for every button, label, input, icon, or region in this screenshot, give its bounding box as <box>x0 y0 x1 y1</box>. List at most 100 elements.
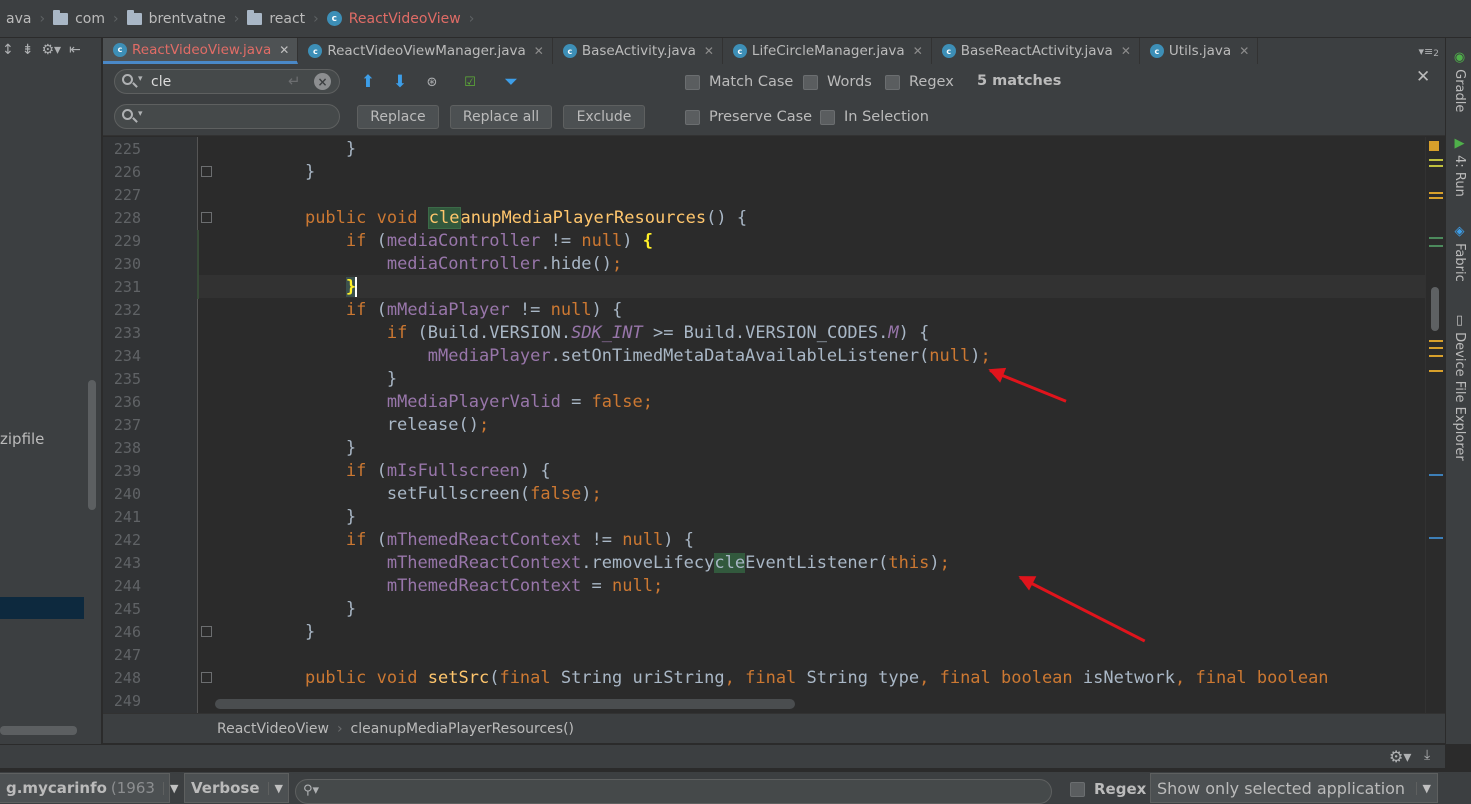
sync-icon[interactable]: ↕ <box>2 42 14 58</box>
minimize-icon[interactable]: ⤓ <box>1424 747 1430 763</box>
code-line[interactable]: if (mMediaPlayer != null) { <box>264 299 622 322</box>
code-line[interactable]: } <box>264 506 356 529</box>
close-icon[interactable]: ✕ <box>913 44 923 58</box>
close-icon[interactable]: ✕ <box>1121 44 1131 58</box>
tab-reactvideoviewmanager[interactable]: c ReactVideoViewManager.java ✕ <box>298 38 553 64</box>
tool-run[interactable]: ▶ 4: Run <box>1452 136 1467 197</box>
close-icon[interactable]: ✕ <box>279 43 289 57</box>
breadcrumb-item-brentvatne[interactable]: brentvatne <box>121 0 232 37</box>
log-level-select[interactable]: Verbose ▼ <box>184 773 289 803</box>
exclude-button[interactable]: Exclude <box>563 105 645 129</box>
breadcrumb-item-ava[interactable]: ava <box>0 0 37 37</box>
editor-hscrollbar[interactable] <box>215 699 795 709</box>
marker[interactable] <box>1429 537 1443 539</box>
code-line[interactable]: mThemedReactContext = null; <box>264 575 663 598</box>
project-panel-hscrollbar[interactable] <box>0 726 77 735</box>
code-line[interactable]: } <box>264 138 356 161</box>
gear-icon[interactable]: ⚙▾ <box>1389 747 1411 766</box>
breadcrumb-item-com[interactable]: com <box>47 0 111 37</box>
code-line[interactable]: release(); <box>264 414 489 437</box>
close-icon[interactable]: ✕ <box>534 44 544 58</box>
fold-icon[interactable] <box>201 212 212 223</box>
breadcrumb-class[interactable]: ReactVideoView <box>217 721 329 737</box>
code-line[interactable]: } <box>264 598 356 621</box>
select-all-occurrences-icon[interactable]: ☑ <box>459 71 481 93</box>
replace-button[interactable]: Replace <box>357 105 439 129</box>
logcat-filter-select[interactable]: Show only selected application ▼ <box>1150 773 1438 803</box>
clear-search-icon[interactable]: × <box>314 73 331 90</box>
code-line[interactable]: if (mThemedReactContext != null) { <box>264 529 694 552</box>
error-stripe[interactable] <box>1425 137 1445 713</box>
marker[interactable] <box>1429 245 1443 247</box>
in-selection-checkbox[interactable]: In Selection <box>820 109 929 125</box>
marker[interactable] <box>1429 237 1443 239</box>
tool-device-file-explorer[interactable]: ▯ Device File Explorer <box>1452 313 1467 461</box>
fold-icon[interactable] <box>201 626 212 637</box>
marker[interactable] <box>1429 192 1443 194</box>
code-line[interactable]: if (mediaController != null) { <box>264 230 653 253</box>
code-editor[interactable]: 225 226 227 228 229 230 231 232 233 234 … <box>103 137 1425 713</box>
marker[interactable] <box>1429 474 1443 476</box>
code-line[interactable]: public void setSrc(final String uriStrin… <box>264 667 1329 690</box>
tab-reactvideoview[interactable]: c ReactVideoView.java ✕ <box>103 38 299 64</box>
regex-checkbox[interactable]: Regex <box>885 74 954 90</box>
marker[interactable] <box>1429 165 1443 167</box>
code-line[interactable]: } <box>264 276 358 299</box>
code-line[interactable]: } <box>264 437 356 460</box>
collapse-all-icon[interactable]: ⇟ <box>22 42 34 58</box>
tab-baseactivity[interactable]: c BaseActivity.java ✕ <box>553 38 723 64</box>
close-icon[interactable]: ✕ <box>1416 67 1430 87</box>
find-all-icon[interactable]: ⊛ <box>421 71 443 93</box>
close-icon[interactable]: ✕ <box>704 44 714 58</box>
project-tree-selected-row[interactable] <box>0 597 84 619</box>
previous-occurrence-icon[interactable]: ⬆ <box>357 71 379 93</box>
tool-gradle[interactable]: ◉ Gradle <box>1452 50 1467 112</box>
gear-icon[interactable]: ⚙▾ <box>41 42 61 58</box>
close-icon[interactable]: ✕ <box>1239 44 1249 58</box>
fold-icon[interactable] <box>201 672 212 683</box>
tab-overflow-menu[interactable]: ▾≡ 2 <box>1419 38 1445 64</box>
preserve-case-checkbox[interactable]: Preserve Case <box>685 109 812 125</box>
code-line[interactable]: if (mIsFullscreen) { <box>264 460 551 483</box>
next-occurrence-icon[interactable]: ⬇ <box>389 71 411 93</box>
breadcrumb-method[interactable]: cleanupMediaPlayerResources() <box>351 721 574 737</box>
warning-marker[interactable] <box>1429 141 1439 151</box>
filter-icon[interactable]: ⏷ <box>500 71 522 93</box>
code-line[interactable]: } <box>264 621 315 644</box>
search-input[interactable] <box>151 72 291 91</box>
tab-basereactactivity[interactable]: c BaseReactActivity.java ✕ <box>932 38 1140 64</box>
marker[interactable] <box>1429 347 1443 349</box>
code-line[interactable]: if (Build.VERSION.SDK_INT >= Build.VERSI… <box>264 322 930 345</box>
tab-lifecirclemanager[interactable]: c LifeCircleManager.java ✕ <box>723 38 932 64</box>
process-select[interactable]: g.mycarinfo (1963 ▼ <box>0 773 178 803</box>
code-line[interactable]: mMediaPlayer.setOnTimedMetaDataAvailable… <box>264 345 991 368</box>
breadcrumb-item-react[interactable]: react <box>241 0 311 37</box>
logcat-search-input[interactable]: ⚲▾ <box>295 779 1052 804</box>
code-line[interactable]: setFullscreen(false); <box>264 483 602 506</box>
marker[interactable] <box>1429 159 1443 161</box>
tab-utils[interactable]: c Utils.java ✕ <box>1140 38 1259 64</box>
replace-input[interactable] <box>151 107 291 126</box>
marker[interactable] <box>1429 197 1443 199</box>
hide-panel-icon[interactable]: ⇤ <box>69 42 81 58</box>
code-line[interactable]: mMediaPlayerValid = false; <box>264 391 653 414</box>
marker[interactable] <box>1429 355 1443 357</box>
editor-scroll-thumb[interactable] <box>1431 287 1439 331</box>
code-line[interactable]: } <box>264 368 397 391</box>
project-tree-item[interactable]: zipfile <box>0 430 44 448</box>
code-line[interactable]: public void cleanupMediaPlayerResources(… <box>264 207 747 230</box>
search-field[interactable]: ▾ ↵ × <box>114 69 340 94</box>
vcs-change-marker[interactable] <box>197 230 199 299</box>
match-case-checkbox[interactable]: Match Case <box>685 74 793 90</box>
tool-fabric[interactable]: ◈ Fabric <box>1452 224 1467 282</box>
project-panel-scrollbar[interactable] <box>88 380 96 510</box>
words-checkbox[interactable]: Words <box>803 74 872 90</box>
replace-field[interactable]: ▾ <box>114 104 340 129</box>
marker[interactable] <box>1429 340 1443 342</box>
code-line[interactable]: } <box>264 161 315 184</box>
breadcrumb-item-reactvideoview[interactable]: c ReactVideoView <box>321 0 467 37</box>
replace-all-button[interactable]: Replace all <box>450 105 552 129</box>
newline-icon[interactable]: ↵ <box>288 72 301 90</box>
marker[interactable] <box>1429 370 1443 372</box>
code-line[interactable]: mThemedReactContext.removeLifecycleEvent… <box>264 552 950 575</box>
